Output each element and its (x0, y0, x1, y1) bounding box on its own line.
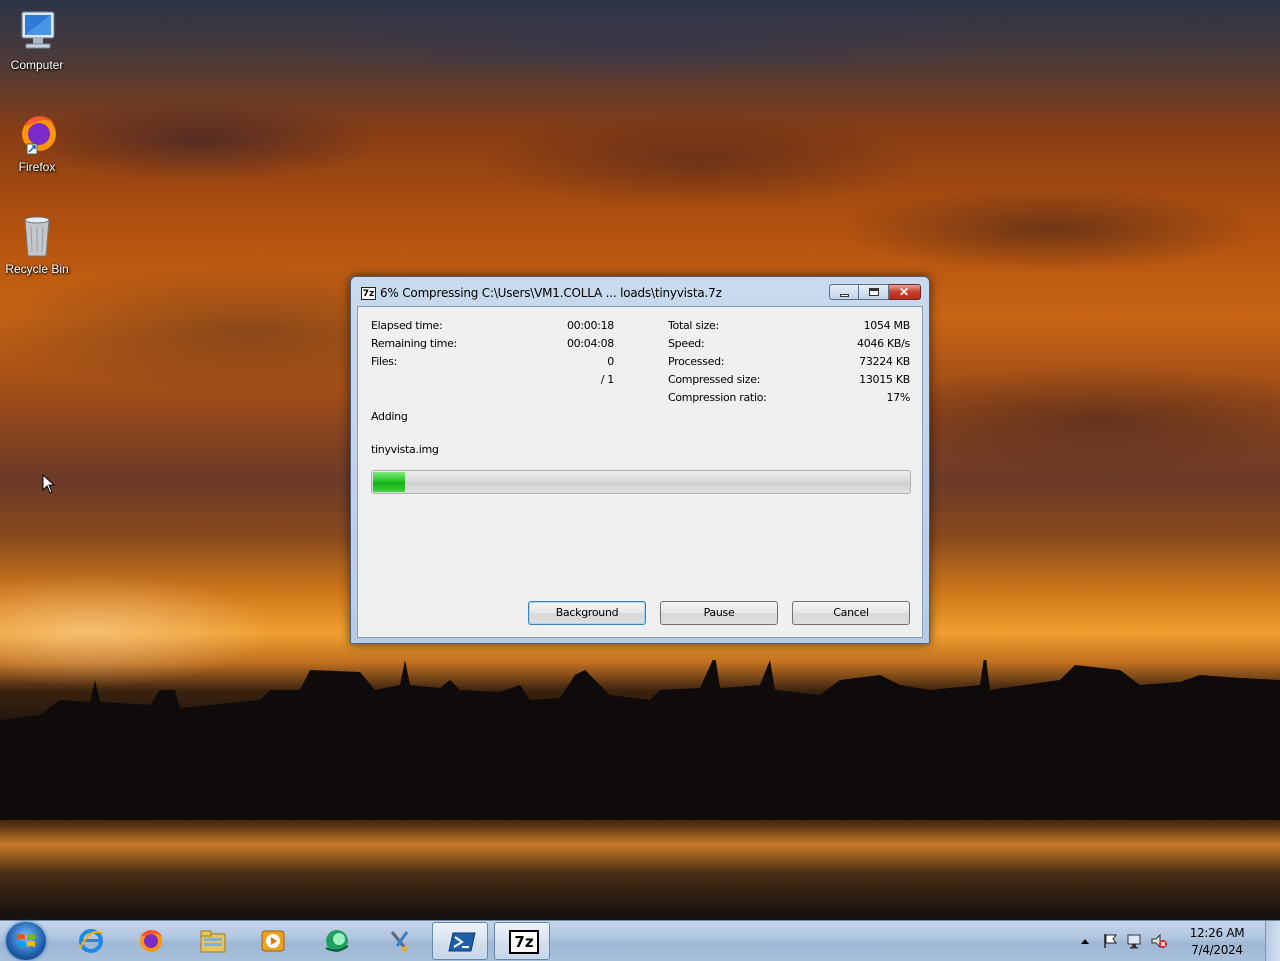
internet-explorer-icon (79, 929, 104, 953)
volume-muted-icon[interactable] (1150, 933, 1168, 949)
recycle-bin-icon (13, 212, 61, 260)
taskbar-green-orb-app[interactable] (308, 922, 364, 960)
wallpaper-city-skyline (0, 660, 1280, 820)
maximize-icon (869, 288, 879, 296)
7zip-icon-text: 7z (514, 933, 534, 951)
processed-label: Processed: (668, 355, 725, 368)
window-controls: ✕ (829, 284, 921, 302)
speed-value: 4046 KB/s (857, 337, 910, 350)
total-size-label: Total size: (668, 319, 719, 332)
files-total-value: / 1 (600, 373, 615, 386)
desktop-icon-computer[interactable]: Computer (0, 8, 74, 72)
windows-logo-icon (17, 934, 35, 947)
taskbar-media-player[interactable] (244, 922, 300, 960)
show-desktop-button[interactable] (1265, 921, 1280, 961)
compression-progress-dialog: 7z 6% Compressing C:\Users\VM1.COLLA ...… (350, 276, 930, 644)
compressed-size-label: Compressed size: (668, 373, 761, 386)
7zip-app-icon: 7z (361, 287, 376, 300)
compression-ratio-label: Compression ratio: (668, 391, 767, 404)
background-button[interactable]: Background (528, 601, 646, 625)
remaining-time-value: 00:04:08 (566, 337, 614, 350)
operation-status: Adding (371, 410, 408, 423)
dialog-client-area: Elapsed time: 00:00:18 Remaining time: 0… (357, 306, 923, 638)
system-tray: 12:26 AM 7/4/2024 (1080, 921, 1280, 961)
desktop-icon-label: Firefox (18, 160, 56, 174)
desktop-icon-label: Computer (10, 58, 64, 72)
desktop-icon-recycle-bin[interactable]: Recycle Bin (0, 212, 74, 276)
speed-label: Speed: (668, 337, 705, 350)
total-size-value: 1054 MB (863, 319, 911, 332)
network-icon[interactable] (1126, 933, 1144, 949)
firefox-icon (140, 930, 162, 952)
taskbar-powershell[interactable] (432, 922, 488, 960)
taskbar-7zip[interactable]: 7z (494, 922, 550, 960)
start-button[interactable] (6, 922, 46, 960)
7zip-icon: 7z (509, 930, 539, 954)
current-file-name: tinyvista.img (371, 443, 439, 456)
file-explorer-icon (200, 930, 226, 953)
files-label: Files: (371, 355, 398, 368)
compression-ratio-value: 17% (886, 391, 910, 404)
elapsed-time-label: Elapsed time: (371, 319, 443, 332)
compression-progress-bar (371, 470, 911, 494)
files-value: 0 (607, 355, 614, 368)
desktop-icon-firefox[interactable]: Firefox (0, 110, 74, 174)
taskbar-internet-explorer[interactable] (62, 922, 118, 960)
close-icon: ✕ (898, 285, 910, 299)
powershell-icon (448, 932, 476, 952)
taskbar-tools[interactable] (372, 922, 428, 960)
firefox-icon (13, 110, 61, 158)
compressed-size-value: 13015 KB (859, 373, 910, 386)
show-hidden-icons-icon[interactable] (1080, 937, 1090, 945)
dialog-titlebar[interactable]: 7z 6% Compressing C:\Users\VM1.COLLA ...… (351, 277, 929, 307)
processed-value: 73224 KB (859, 355, 910, 368)
taskbar-file-explorer[interactable] (184, 922, 240, 960)
dialog-title: 6% Compressing C:\Users\VM1.COLLA ... lo… (380, 286, 722, 300)
media-player-icon (261, 930, 285, 952)
elapsed-time-value: 00:00:18 (566, 319, 614, 332)
maximize-button[interactable] (859, 284, 889, 300)
action-center-flag-icon[interactable] (1102, 933, 1118, 949)
pause-button[interactable]: Pause (660, 601, 778, 625)
close-button[interactable]: ✕ (889, 284, 921, 300)
taskbar-firefox[interactable] (122, 922, 178, 960)
clock-date[interactable]: 7/4/2024 (1182, 943, 1252, 957)
progress-bar-fill (373, 472, 405, 492)
mouse-cursor-icon (42, 474, 56, 494)
green-orb-app-icon (325, 930, 349, 952)
clock-time[interactable]: 12:26 AM (1182, 926, 1252, 940)
minimize-icon (840, 294, 849, 297)
taskbar: 7z 12:26 AM 7/4/2024 (0, 920, 1280, 961)
computer-icon (13, 8, 61, 56)
tools-icon (390, 931, 409, 952)
minimize-button[interactable] (829, 284, 859, 300)
cancel-button[interactable]: Cancel (792, 601, 910, 625)
remaining-time-label: Remaining time: (371, 337, 457, 350)
desktop-icon-label: Recycle Bin (5, 262, 69, 276)
